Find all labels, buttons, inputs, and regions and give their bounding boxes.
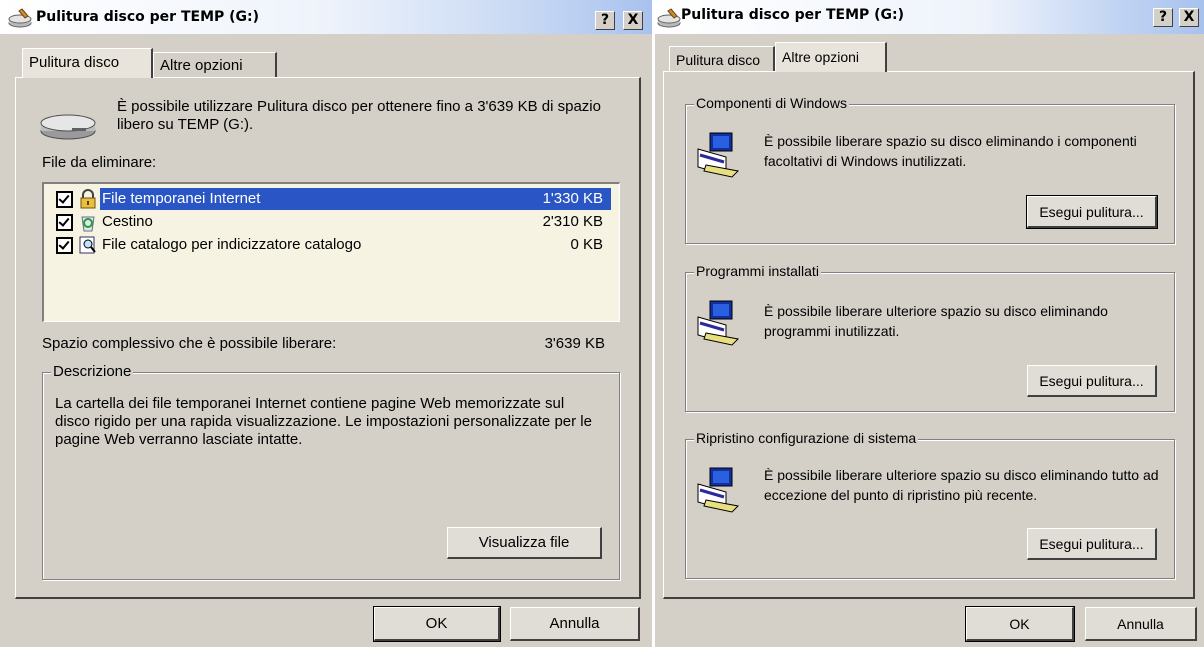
group-legend: Componenti di Windows	[694, 95, 849, 111]
cleanup-system-restore-button[interactable]: Esegui pulitura...	[1027, 528, 1157, 560]
disk-cleanup-icon	[8, 8, 32, 28]
disk-cleanup-icon	[657, 8, 681, 28]
tab-label: Pulitura disco	[676, 52, 761, 68]
checkbox[interactable]	[56, 214, 73, 231]
installed-programs-group: Programmi installati È possibile liberar…	[685, 263, 1175, 412]
checkbox[interactable]	[56, 191, 73, 208]
window-title: Pulitura disco per TEMP (G:)	[681, 7, 905, 23]
windows-components-group: Componenti di Windows È possibile libera…	[685, 95, 1175, 244]
disk-cleanup-window-main: Pulitura disco per TEMP (G:) ? X Pulitur…	[0, 0, 652, 647]
disk-cleanup-window-options: Pulitura disco per TEMP (G:) ? X Pulitur…	[655, 0, 1204, 647]
system-restore-group: Ripristino configurazione di sistema È p…	[685, 430, 1175, 579]
description-legend: Descrizione	[51, 363, 134, 380]
setup-program-icon	[697, 300, 740, 346]
hard-drive-icon	[40, 114, 96, 140]
title-bar[interactable]: Pulitura disco per TEMP (G:) ? X	[655, 0, 1204, 34]
tab-pulitura-disco[interactable]: Pulitura disco	[22, 48, 153, 78]
file-size: 0 KB	[570, 236, 603, 253]
list-item[interactable]: File temporanei Internet 1'330 KB	[54, 188, 611, 211]
view-files-button[interactable]: Visualizza file	[447, 527, 602, 559]
group-legend: Ripristino configurazione di sistema	[694, 430, 919, 446]
files-label: File da eliminare:	[42, 154, 157, 171]
tab-altre-opzioni[interactable]: Altre opzioni	[153, 52, 277, 78]
lock-icon	[80, 189, 96, 209]
file-name: File catalogo per indicizzatore catalogo	[102, 236, 362, 253]
close-button[interactable]: X	[623, 11, 643, 30]
setup-program-icon	[697, 467, 740, 513]
close-button[interactable]: X	[1179, 8, 1199, 27]
catalog-search-icon	[79, 236, 96, 254]
files-list[interactable]: File temporanei Internet 1'330 KB Cestin…	[42, 182, 620, 322]
file-name: Cestino	[102, 213, 153, 230]
title-bar[interactable]: Pulitura disco per TEMP (G:) ? X	[0, 0, 652, 34]
group-text: È possibile liberare ulteriore spazio su…	[764, 303, 1108, 339]
file-item-label: Cestino 2'310 KB	[100, 211, 611, 233]
file-size: 2'310 KB	[542, 213, 603, 230]
list-item[interactable]: File catalogo per indicizzatore catalogo…	[54, 234, 611, 257]
cleanup-windows-components-button[interactable]: Esegui pulitura...	[1026, 195, 1158, 229]
cleanup-programs-button[interactable]: Esegui pulitura...	[1027, 365, 1157, 397]
tab-pulitura-disco[interactable]: Pulitura disco	[669, 46, 775, 72]
file-item-label: File temporanei Internet 1'330 KB	[100, 188, 611, 210]
total-label: Spazio complessivo che è possibile liber…	[42, 335, 337, 352]
description-text: La cartella dei file temporanei Internet…	[55, 395, 592, 448]
cancel-button[interactable]: Annulla	[1085, 607, 1197, 641]
tab-altre-opzioni[interactable]: Altre opzioni	[775, 42, 887, 72]
tab-label: Altre opzioni	[160, 57, 243, 74]
cancel-button[interactable]: Annulla	[510, 607, 640, 641]
ok-button[interactable]: OK	[373, 606, 501, 642]
window-title: Pulitura disco per TEMP (G:)	[36, 9, 260, 25]
list-item[interactable]: Cestino 2'310 KB	[54, 211, 611, 234]
ok-button[interactable]: OK	[965, 606, 1075, 642]
group-legend: Programmi installati	[694, 263, 821, 279]
help-button[interactable]: ?	[595, 11, 615, 30]
total-value: 3'639 KB	[544, 335, 605, 352]
tab-panel: Componenti di Windows È possibile libera…	[663, 71, 1195, 599]
tab-label: Altre opzioni	[782, 49, 860, 65]
description-group: Descrizione La cartella dei file tempora…	[42, 363, 620, 580]
checkbox[interactable]	[56, 237, 73, 254]
recycle-bin-icon	[81, 216, 95, 232]
group-text: È possibile liberare ulteriore spazio su…	[764, 467, 1159, 503]
tab-label: Pulitura disco	[29, 54, 120, 71]
tab-panel: È possibile utilizzare Pulitura disco pe…	[15, 77, 641, 599]
file-item-label: File catalogo per indicizzatore catalogo…	[100, 234, 611, 256]
setup-program-icon	[697, 132, 740, 178]
group-text: È possibile liberare spazio su disco eli…	[764, 133, 1137, 169]
intro-text: È possibile utilizzare Pulitura disco pe…	[117, 98, 601, 133]
file-name: File temporanei Internet	[102, 190, 261, 207]
file-size: 1'330 KB	[542, 190, 603, 207]
help-button[interactable]: ?	[1153, 8, 1173, 27]
